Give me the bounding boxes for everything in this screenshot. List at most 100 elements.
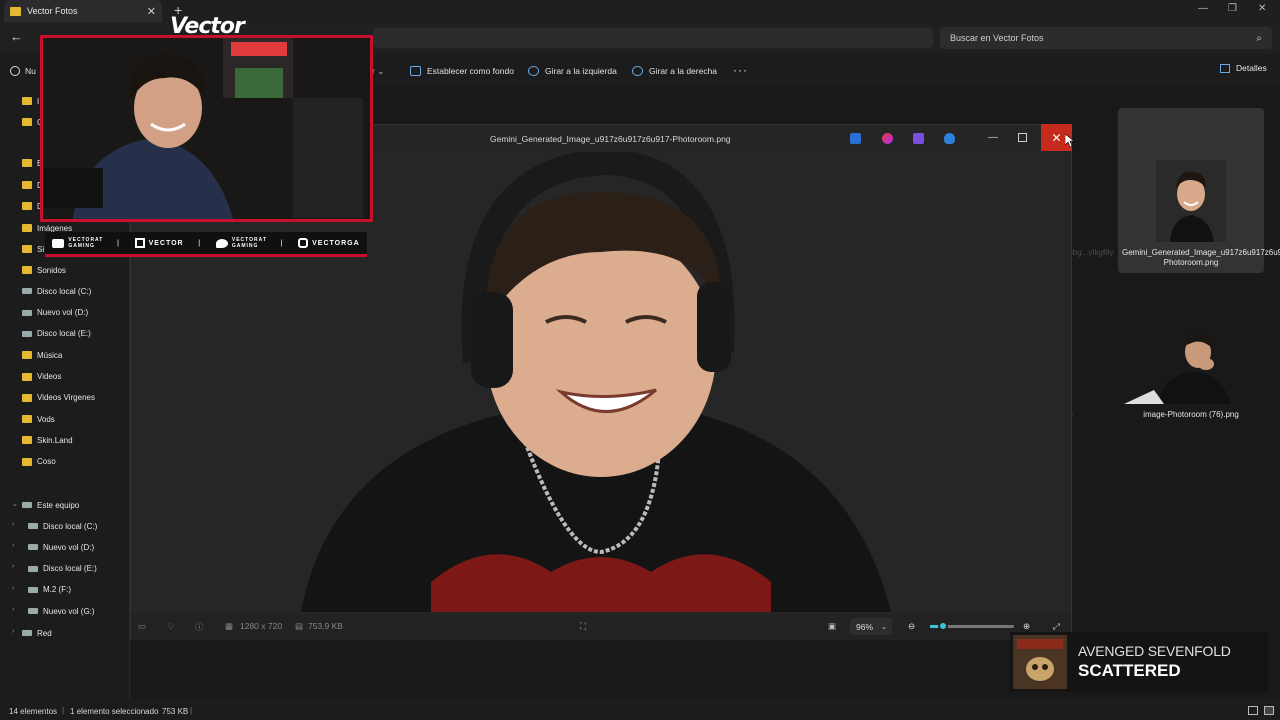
- sidebar-item[interactable]: Sonidos: [22, 261, 66, 279]
- folder-icon: [22, 415, 32, 424]
- sidebar-item[interactable]: Coso: [22, 453, 56, 471]
- expand-chevron-icon[interactable]: ›: [12, 585, 14, 592]
- sort-dropdown[interactable]: r ⌄: [372, 63, 384, 79]
- details-pane-icon: [1220, 63, 1230, 73]
- actual-size-icon[interactable]: ▣: [828, 621, 836, 632]
- twitter-handle: VECTORAT GAMING: [231, 237, 267, 249]
- folder-icon: [22, 224, 32, 232]
- zoom-out-icon[interactable]: ⊖: [908, 621, 915, 632]
- sidebar-this-pc[interactable]: Este equipo: [22, 496, 79, 514]
- new-button[interactable]: Nu: [10, 63, 36, 79]
- instagram-handle: VECTORGA: [312, 239, 360, 247]
- details-view-icon[interactable]: [1248, 706, 1258, 715]
- expand-chevron-icon[interactable]: ›: [12, 563, 14, 570]
- thumbnail-label: image-Photoroom (76).png: [1143, 410, 1239, 419]
- more-options-button[interactable]: ···: [733, 63, 748, 77]
- status-divider: |: [190, 706, 193, 715]
- thumbnail-image: [1156, 160, 1226, 242]
- twitter-icon: [215, 238, 228, 248]
- folder-icon: [22, 393, 32, 402]
- address-bar[interactable]: [373, 28, 933, 48]
- clipchamp-icon[interactable]: [913, 133, 924, 144]
- fit-to-window-icon[interactable]: ⛶: [580, 621, 586, 632]
- expand-chevron-icon[interactable]: ›: [12, 628, 14, 635]
- sidebar-item-label: Nuevo vol (D:): [43, 542, 95, 552]
- selection-count: 1 elemento seleccionado: [70, 707, 159, 716]
- mouse-cursor: [1065, 134, 1074, 147]
- folder-icon: [22, 457, 32, 466]
- expand-chevron-icon[interactable]: ›: [12, 542, 14, 549]
- close-window-icon[interactable]: ✕: [1258, 3, 1266, 14]
- file-thumbnail-selected[interactable]: Gemini_Generated_Image_u917z6u917z6u917-…: [1118, 108, 1280, 273]
- tab-vector-fotos[interactable]: Vector Fotos ✕: [4, 0, 162, 22]
- sidebar-item-quick[interactable]: Si: [22, 240, 44, 258]
- info-icon[interactable]: ⓘ: [195, 621, 204, 633]
- thumbnail-image: [1124, 333, 1230, 404]
- viewer-maximize-icon[interactable]: [1018, 133, 1027, 142]
- tab-close-icon[interactable]: ✕: [147, 5, 156, 18]
- sidebar-item[interactable]: Videos: [22, 368, 61, 386]
- sidebar-item[interactable]: Música: [22, 346, 62, 364]
- drive-icon: [28, 523, 38, 529]
- expand-chevron-icon[interactable]: ⌄: [12, 500, 18, 508]
- sidebar-item[interactable]: Videos Virgenes: [22, 389, 95, 407]
- sidebar-item-label: Música: [37, 350, 63, 360]
- sidebar-drive[interactable]: Disco local (C:): [28, 517, 97, 535]
- social-twitter: VECTORAT GAMING: [215, 237, 267, 249]
- rotate-right-button[interactable]: Girar a la derecha: [632, 63, 717, 79]
- rotate-left-button[interactable]: Girar a la izquierda: [528, 63, 617, 79]
- folder-icon: [22, 436, 32, 445]
- drive-icon: [22, 288, 32, 295]
- minimize-icon[interactable]: —: [1198, 3, 1208, 14]
- zoom-slider-thumb[interactable]: [938, 621, 948, 631]
- expand-chevron-icon[interactable]: ›: [12, 521, 14, 528]
- artist-name: AVENGED SEVENFOLD: [1078, 643, 1231, 659]
- folder-icon: [22, 245, 32, 253]
- copilot-icon[interactable]: [882, 133, 893, 144]
- sidebar-item[interactable]: Disco local (E:): [22, 325, 91, 343]
- instagram-icon: [298, 238, 309, 248]
- filmstrip-icon[interactable]: ▭: [138, 621, 146, 632]
- tiles-view-icon[interactable]: [1264, 706, 1274, 715]
- sidebar-drive[interactable]: Nuevo vol (G:): [28, 602, 95, 620]
- twitch-handle: VECTOR: [148, 239, 184, 247]
- zoom-in-icon[interactable]: ⊕: [1023, 621, 1030, 632]
- back-arrow-icon[interactable]: ←: [10, 29, 23, 44]
- zoom-dropdown[interactable]: 96% ⌄: [850, 618, 892, 635]
- viewer-minimize-icon[interactable]: —: [988, 132, 998, 143]
- edit-icon[interactable]: [850, 133, 861, 144]
- file-thumbnail[interactable]: [1124, 330, 1256, 404]
- sidebar-item-label: Vods: [37, 414, 55, 424]
- drive-icon: [22, 309, 32, 316]
- sidebar-drive[interactable]: Nuevo vol (D:): [28, 538, 94, 556]
- restore-icon[interactable]: ❐: [1228, 3, 1237, 14]
- sidebar-item[interactable]: Vods: [22, 410, 55, 428]
- sidebar-network[interactable]: Red: [22, 624, 52, 642]
- set-background-button[interactable]: Establecer como fondo: [410, 63, 514, 79]
- sidebar-item-label: Disco local (C:): [37, 286, 92, 296]
- new-label: Nu: [25, 66, 36, 76]
- sidebar-item-label: Videos Virgenes: [37, 393, 95, 403]
- sidebar-item[interactable]: Disco local (C:): [22, 282, 91, 300]
- drive-icon: [22, 330, 32, 337]
- webcam-overlay: [40, 35, 373, 222]
- sidebar-item-label: Si: [37, 244, 45, 254]
- rotate-right-label: Girar a la derecha: [649, 66, 718, 76]
- favorite-heart-icon[interactable]: ♡: [167, 621, 175, 632]
- sidebar-drive[interactable]: M.2 (F:): [28, 581, 71, 599]
- selection-size: 753 KB: [162, 707, 189, 716]
- folder-icon: [10, 6, 21, 16]
- search-input[interactable]: Buscar en Vector Fotos ⌕: [940, 27, 1272, 49]
- sidebar-item-label: Coso: [37, 457, 56, 467]
- sidebar-drive[interactable]: Disco local (E:): [28, 560, 97, 578]
- onedrive-icon[interactable]: [944, 133, 955, 144]
- sidebar-item-label: Este equipo: [37, 500, 80, 510]
- sidebar-item[interactable]: Skin.Land: [22, 431, 73, 449]
- sidebar-item[interactable]: Nuevo vol (D:): [22, 304, 88, 322]
- sidebar-item-quick[interactable]: I: [22, 92, 39, 110]
- expand-chevron-icon[interactable]: ›: [12, 606, 14, 613]
- folder-icon: [22, 202, 32, 210]
- details-button[interactable]: Detalles: [1220, 63, 1267, 73]
- sidebar-item-label: I: [37, 96, 40, 106]
- fullscreen-icon[interactable]: ⤢: [1053, 621, 1060, 632]
